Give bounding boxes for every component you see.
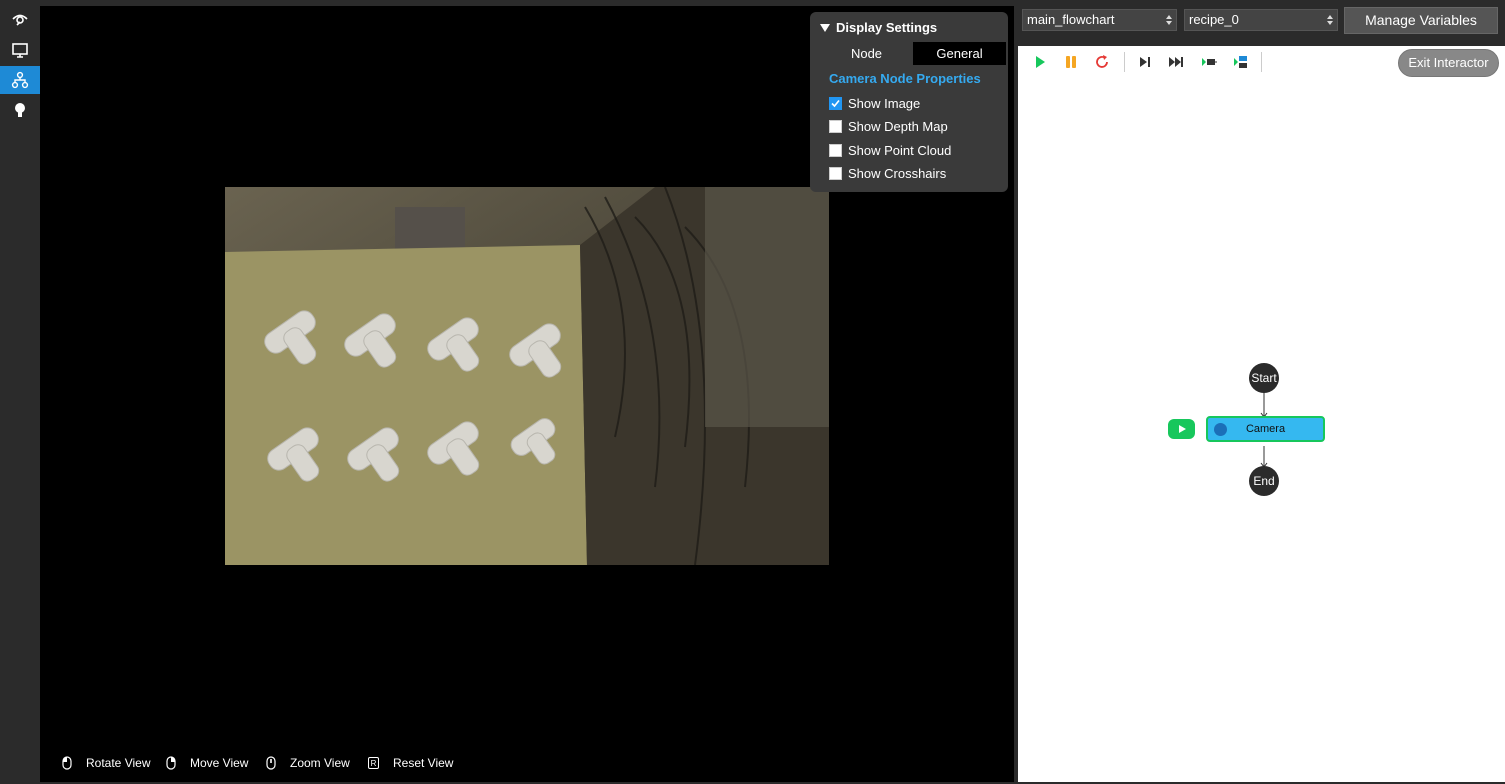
key-r-icon: R	[368, 757, 379, 769]
hint-label: Reset View	[393, 756, 454, 770]
lightbulb-icon[interactable]	[0, 96, 40, 124]
hint-label: Move View	[190, 756, 249, 770]
end-node[interactable]: End	[1249, 466, 1279, 496]
camera-node-label: Camera	[1245, 423, 1286, 435]
hint-label: Rotate View	[86, 756, 151, 770]
show-crosshairs-option[interactable]: Show Crosshairs	[829, 166, 946, 181]
camera-node-properties-title: Camera Node Properties	[829, 71, 981, 86]
mouse-right-icon	[166, 756, 176, 770]
exit-interactor-button[interactable]: Exit Interactor	[1398, 49, 1499, 77]
flowchart-select-value: main_flowchart	[1027, 12, 1115, 27]
step-icon[interactable]	[1137, 54, 1153, 70]
vision-icon[interactable]	[0, 5, 40, 33]
show-depth-map-option[interactable]: Show Depth Map	[829, 119, 948, 134]
pause-icon[interactable]	[1063, 54, 1079, 70]
manage-variables-button[interactable]: Manage Variables	[1344, 7, 1498, 34]
play-icon[interactable]	[1032, 54, 1048, 70]
collapse-triangle-icon	[820, 23, 830, 32]
mouse-left-icon	[62, 756, 72, 770]
camera-node[interactable]: Camera	[1206, 416, 1325, 442]
recipe-select[interactable]: recipe_0	[1184, 9, 1338, 31]
hint-rotate-view: Rotate View	[62, 756, 150, 770]
show-image-option[interactable]: Show Image	[829, 96, 920, 111]
start-node[interactable]: Start	[1249, 363, 1279, 393]
show-depth-map-checkbox[interactable]	[829, 120, 842, 133]
flowchart-pane: main_flowchart recipe_0 Manage Variables…	[1016, 0, 1505, 784]
show-crosshairs-checkbox[interactable]	[829, 167, 842, 180]
settings-tabs: Node General	[820, 42, 1006, 65]
hint-reset-view: R Reset View	[368, 756, 453, 770]
mouse-scroll-icon	[266, 756, 276, 770]
hint-label: Zoom View	[290, 756, 350, 770]
display-settings-title: Display Settings	[836, 20, 938, 35]
restart-icon[interactable]	[1094, 54, 1110, 70]
monitor-icon[interactable]	[0, 36, 40, 64]
run-selected-icon[interactable]	[1233, 54, 1249, 70]
show-point-cloud-checkbox[interactable]	[829, 144, 842, 157]
fast-forward-icon[interactable]	[1168, 54, 1184, 70]
display-settings-panel: Display Settings Node General Camera Nod…	[810, 12, 1008, 192]
flowchart-select[interactable]: main_flowchart	[1022, 9, 1177, 31]
camera-icon	[1214, 423, 1227, 436]
display-settings-header[interactable]: Display Settings	[820, 20, 937, 35]
tab-node[interactable]: Node	[820, 42, 913, 65]
select-arrows-icon	[1166, 15, 1172, 25]
left-rail	[0, 0, 40, 784]
run-to-node-icon[interactable]	[1201, 54, 1217, 70]
toolbar-separator	[1124, 52, 1125, 72]
show-depth-map-label: Show Depth Map	[848, 119, 948, 134]
checkmark-icon	[831, 99, 840, 108]
tab-general[interactable]: General	[913, 42, 1006, 65]
show-image-label: Show Image	[848, 96, 921, 111]
show-point-cloud-option[interactable]: Show Point Cloud	[829, 143, 951, 158]
show-image-checkbox[interactable]	[829, 97, 842, 110]
show-point-cloud-label: Show Point Cloud	[848, 143, 952, 158]
recipe-select-value: recipe_0	[1189, 12, 1239, 27]
camera-image	[225, 187, 829, 565]
select-arrows-icon	[1327, 15, 1333, 25]
play-icon	[1178, 425, 1186, 433]
flowchart-icon[interactable]	[0, 66, 40, 94]
hint-move-view: Move View	[166, 756, 248, 770]
run-node-button[interactable]	[1168, 419, 1195, 439]
hint-zoom-view: Zoom View	[266, 756, 350, 770]
toolbar-separator	[1261, 52, 1262, 72]
flowchart-canvas[interactable]: Exit Interactor Start Camera End	[1018, 46, 1505, 782]
show-crosshairs-label: Show Crosshairs	[848, 166, 947, 181]
